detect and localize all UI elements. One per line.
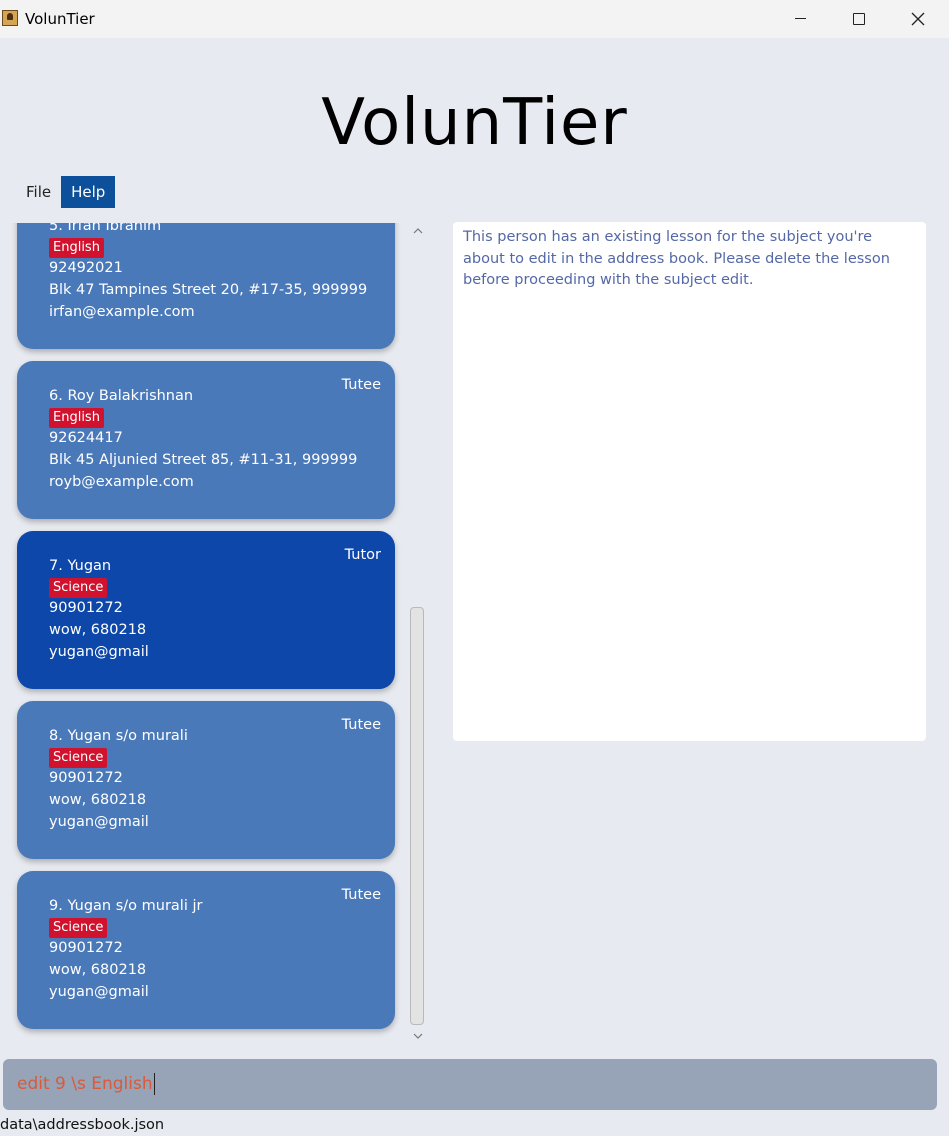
- status-bar-file-path: data\addressbook.json: [0, 1117, 165, 1133]
- person-card[interactable]: Tutee 6. Roy Balakrishnan English 926244…: [17, 361, 395, 519]
- menu-bar: File Help: [16, 176, 116, 208]
- minimize-icon[interactable]: [772, 0, 830, 38]
- person-role: Tutee: [341, 717, 381, 733]
- person-email: yugan@gmail: [49, 644, 149, 660]
- person-card[interactable]: Tutee 8. Yugan s/o murali Science 909012…: [17, 701, 395, 859]
- close-icon[interactable]: [889, 0, 947, 38]
- person-name: 5. Irfan Ibrahim: [49, 223, 162, 234]
- subject-tag: Science: [49, 578, 108, 598]
- menu-help[interactable]: Help: [61, 176, 116, 208]
- app-title: VolunTier: [321, 86, 628, 160]
- person-card-selected[interactable]: Tutor 7. Yugan Science 90901272 wow, 680…: [17, 531, 395, 689]
- subject-tag: English: [49, 238, 104, 258]
- person-phone: 90901272: [49, 940, 123, 956]
- person-address: wow, 680218: [49, 962, 147, 978]
- person-name: 6. Roy Balakrishnan: [49, 388, 194, 404]
- person-name: 8. Yugan s/o murali: [49, 728, 188, 744]
- subject-tag: Science: [49, 748, 108, 768]
- scrollbar-thumb[interactable]: [410, 607, 424, 1025]
- subject-tag: English: [49, 408, 104, 428]
- person-list[interactable]: 5. Irfan Ibrahim English 92492021 Blk 47…: [0, 223, 432, 1043]
- person-role: Tutee: [341, 887, 381, 903]
- person-name: 9. Yugan s/o murali jr: [49, 898, 203, 914]
- person-phone: 92624417: [49, 430, 123, 446]
- person-role: Tutee: [341, 377, 381, 393]
- address-book-icon: [2, 10, 18, 26]
- person-card[interactable]: Tutee 9. Yugan s/o murali jr Science 909…: [17, 871, 395, 1029]
- person-address: Blk 47 Tampines Street 20, #17-35, 99999…: [49, 282, 368, 298]
- command-text: edit 9 \s English: [17, 1074, 153, 1094]
- person-phone: 90901272: [49, 770, 123, 786]
- window-title-bar: VolunTier: [0, 0, 949, 38]
- person-address: wow, 680218: [49, 792, 147, 808]
- scroll-down-icon[interactable]: [412, 1027, 424, 1039]
- person-card[interactable]: 5. Irfan Ibrahim English 92492021 Blk 47…: [17, 223, 395, 349]
- result-display: This person has an existing lesson for t…: [453, 222, 926, 741]
- person-address: Blk 45 Aljunied Street 85, #11-31, 99999…: [49, 452, 358, 468]
- result-message: This person has an existing lesson for t…: [463, 229, 890, 288]
- scroll-up-icon[interactable]: [412, 222, 424, 234]
- person-phone: 90901272: [49, 600, 123, 616]
- person-email: yugan@gmail: [49, 984, 149, 1000]
- person-name: 7. Yugan: [49, 558, 112, 574]
- person-email: yugan@gmail: [49, 814, 149, 830]
- menu-file[interactable]: File: [16, 176, 61, 208]
- maximize-icon[interactable]: [830, 0, 888, 38]
- command-input[interactable]: edit 9 \s English: [3, 1059, 937, 1110]
- person-address: wow, 680218: [49, 622, 147, 638]
- subject-tag: Science: [49, 918, 108, 938]
- person-role: Tutor: [344, 547, 381, 563]
- window-title: VolunTier: [25, 10, 95, 28]
- person-phone: 92492021: [49, 260, 123, 276]
- person-email: irfan@example.com: [49, 304, 195, 320]
- text-caret: [153, 1073, 155, 1095]
- person-email: royb@example.com: [49, 474, 194, 490]
